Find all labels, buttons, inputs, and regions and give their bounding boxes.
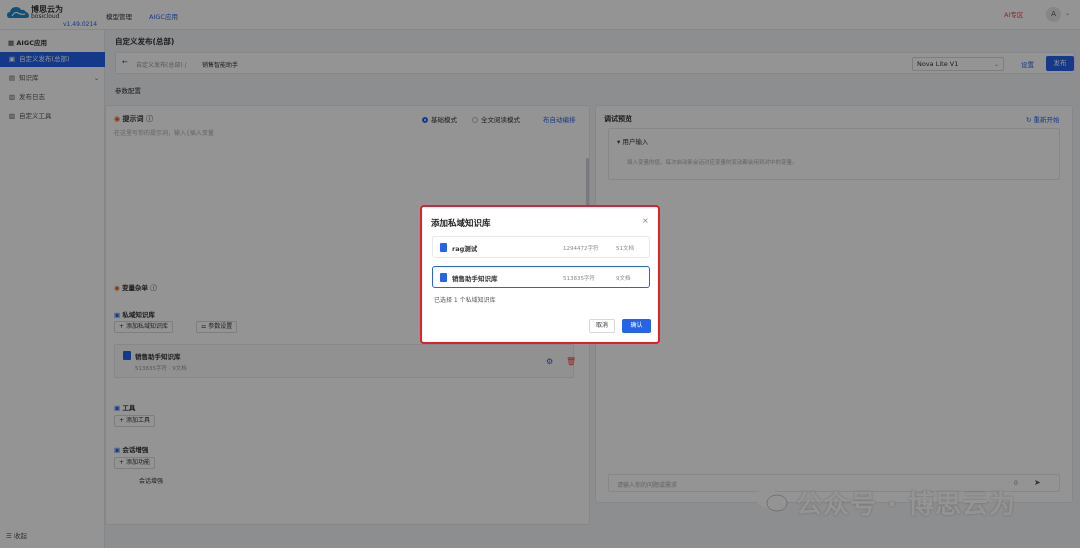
kb-option-chars: 1294472字符: [563, 246, 599, 252]
document-icon: [440, 273, 447, 282]
confirm-button[interactable]: 确认: [622, 319, 651, 333]
kb-option-docs: 9文档: [616, 276, 631, 282]
kb-option-chars: 513835字符: [563, 276, 595, 282]
close-icon[interactable]: ×: [642, 216, 649, 225]
kb-option[interactable]: rag测试 1294472字符 51文档: [432, 236, 650, 258]
add-kb-modal: 添加私域知识库 × rag测试 1294472字符 51文档 销售助手知识库 5…: [420, 205, 660, 344]
modal-title: 添加私域知识库: [431, 219, 491, 229]
document-icon: [440, 243, 447, 252]
cancel-button[interactable]: 取消: [589, 319, 615, 333]
selected-count: 已选择 1 个私域知识库: [434, 297, 496, 304]
kb-option-name: 销售助手知识库: [452, 275, 498, 283]
kb-option-name: rag测试: [452, 245, 478, 253]
kb-option-selected[interactable]: 销售助手知识库 513835字符 9文档: [432, 266, 650, 288]
kb-option-docs: 51文档: [616, 246, 634, 252]
